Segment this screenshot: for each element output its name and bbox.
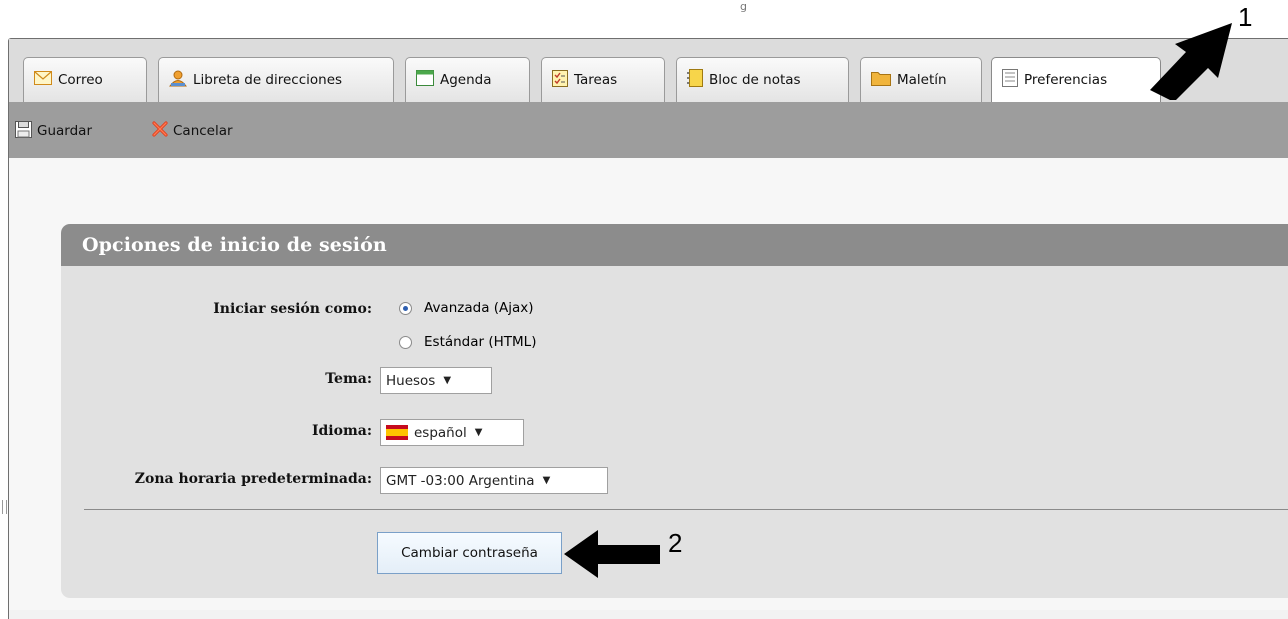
tab-preferencias[interactable]: Preferencias [991, 57, 1161, 102]
tab-label: Libreta de direcciones [193, 72, 343, 88]
preferences-icon [1002, 69, 1024, 91]
tab-agenda[interactable]: Agenda [405, 57, 530, 102]
cancel-label: Cancelar [173, 123, 233, 139]
timezone-label: Zona horaria predeterminada: [134, 471, 372, 487]
login-mode-label: Iniciar sesión como: [213, 301, 372, 317]
tasks-icon [552, 69, 574, 91]
top-fragment: g [740, 0, 747, 13]
radio-button-selected[interactable] [399, 301, 412, 315]
spain-flag-icon [386, 425, 408, 440]
panel-title: Opciones de inicio de sesión [82, 234, 387, 256]
radio-advanced[interactable]: Avanzada (Ajax) [399, 300, 534, 316]
radio-button[interactable] [399, 335, 412, 349]
tab-label: Bloc de notas [709, 72, 801, 88]
radio-label-standard: Estándar (HTML) [424, 334, 537, 350]
tab-label: Preferencias [1024, 72, 1108, 88]
mail-icon [34, 71, 58, 89]
language-label: Idioma: [311, 423, 372, 439]
tab-bloc-de-notas[interactable]: Bloc de notas [676, 57, 849, 102]
save-button[interactable]: Guardar [15, 120, 92, 142]
language-value: español [414, 424, 467, 441]
chevron-down-icon: ▼ [443, 375, 452, 386]
timezone-value: GMT -03:00 Argentina [386, 472, 535, 489]
cancel-icon [152, 121, 173, 141]
theme-label: Tema: [325, 371, 372, 387]
save-label: Guardar [37, 123, 92, 139]
radio-label-advanced: Avanzada (Ajax) [424, 300, 534, 316]
tab-maletin[interactable]: Maletín [860, 57, 982, 102]
chevron-down-icon: ▼ [542, 475, 551, 486]
tab-tareas[interactable]: Tareas [541, 57, 665, 102]
briefcase-icon [871, 70, 897, 90]
change-password-label: Cambiar contraseña [401, 545, 538, 561]
annotation-marker-2: 2 [668, 528, 683, 558]
change-password-button[interactable]: Cambiar contraseña [377, 532, 562, 574]
annotation-arrow-2 [564, 530, 660, 578]
language-select[interactable]: español ▼ [380, 419, 524, 446]
theme-select[interactable]: Huesos ▼ [380, 367, 492, 394]
theme-value: Huesos [386, 372, 436, 389]
contacts-icon [169, 70, 193, 91]
resize-grip[interactable] [2, 500, 7, 514]
divider [84, 509, 1288, 510]
tab-correo[interactable]: Correo [23, 57, 147, 102]
tab-label: Tareas [574, 72, 618, 88]
timezone-select[interactable]: GMT -03:00 Argentina ▼ [380, 467, 608, 494]
radio-standard[interactable]: Estándar (HTML) [399, 334, 536, 350]
chevron-down-icon: ▼ [474, 427, 483, 438]
tab-label: Agenda [440, 72, 492, 88]
annotation-marker-1: 1 [1238, 2, 1253, 32]
tab-label: Correo [58, 72, 103, 88]
tab-label: Maletín [897, 72, 947, 88]
tab-libreta-de-direcciones[interactable]: Libreta de direcciones [158, 57, 394, 102]
notebook-icon [687, 69, 709, 91]
cancel-button[interactable]: Cancelar [152, 120, 233, 142]
save-icon [15, 120, 37, 142]
calendar-icon [416, 70, 440, 90]
